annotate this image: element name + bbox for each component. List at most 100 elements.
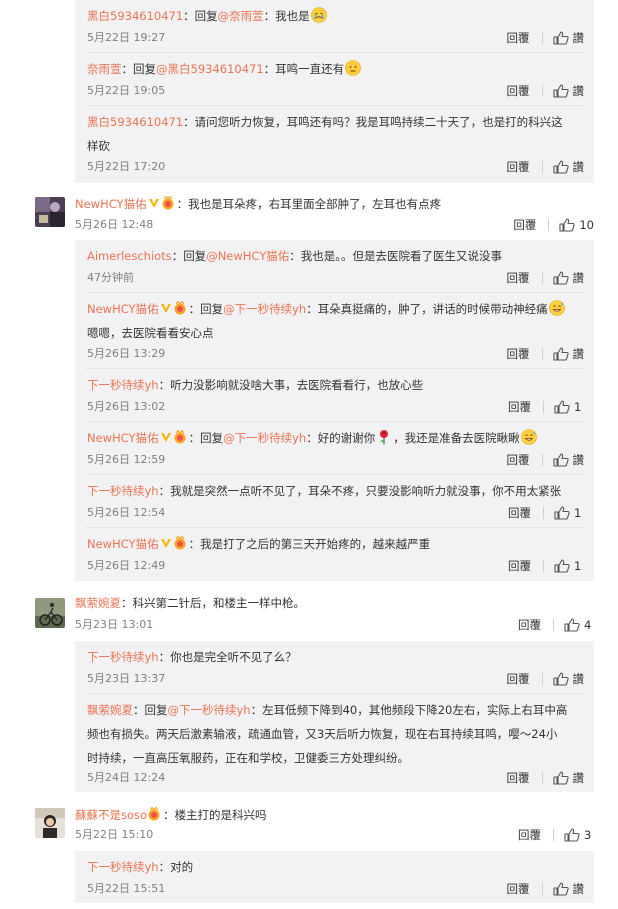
like-thumb-icon[interactable] xyxy=(554,559,570,573)
reply-button[interactable]: 回覆 xyxy=(518,827,541,843)
comment-body: 听力没影响就没啥大事，去医院看看行，也放心些 xyxy=(170,378,424,392)
comment-actions: 回覆 讚 xyxy=(507,882,585,896)
reply-button[interactable]: 回覆 xyxy=(508,399,531,415)
like-button-label[interactable]: 讚 xyxy=(573,159,585,175)
like-count: 1 xyxy=(574,400,582,414)
reply-button[interactable]: 回覆 xyxy=(513,217,536,233)
like-thumb-icon[interactable] xyxy=(553,453,569,467)
comment-user-link[interactable]: NewHCY猫佑 xyxy=(87,302,159,316)
member-badge-icon xyxy=(161,196,175,210)
mention-link[interactable]: @黑白5934610471 xyxy=(156,62,264,76)
mention-link[interactable]: @下一秒待续yh xyxy=(223,302,306,316)
like-thumb-icon[interactable] xyxy=(553,347,569,361)
comment-time: 47分钟前 xyxy=(87,271,134,284)
like-button-label[interactable]: 讚 xyxy=(573,881,585,897)
comment-time: 5月22日 15:51 xyxy=(87,882,166,895)
reply-button[interactable]: 回覆 xyxy=(508,558,531,574)
like-button-label[interactable]: 讚 xyxy=(573,83,585,99)
like-thumb-icon[interactable] xyxy=(553,882,569,896)
mention-link[interactable]: @下一秒待续yh xyxy=(168,703,251,717)
comment-user-link[interactable]: Aimerleschiots xyxy=(87,249,172,263)
comment-body: 嗯嗯，去医院看看安心点 xyxy=(87,326,214,340)
comment-body: 你也是完全听不见了么？ xyxy=(170,650,297,664)
like-button-label[interactable]: 讚 xyxy=(573,30,585,46)
mention-link[interactable]: @奈雨萱 xyxy=(218,9,264,23)
divider xyxy=(541,883,543,895)
like-count: 3 xyxy=(584,828,592,842)
reply-word: 回复 xyxy=(133,62,156,76)
comment-user-link[interactable]: 奈雨萱 xyxy=(87,62,122,76)
comment-body: 我也是耳朵疼，右耳里面全部肿了，左耳也有点疼 xyxy=(188,197,442,211)
comment-body: 耳鸣一直还有 xyxy=(275,62,345,76)
reply-button[interactable]: 回覆 xyxy=(507,270,530,286)
top-comment: 飘萦婉夏：科兴第二针后，和楼主一样中枪。 5月23日 13:01 回覆 4 xyxy=(0,594,618,639)
comment-user-link[interactable]: 下一秒待续yh xyxy=(87,378,159,392)
reply-button[interactable]: 回覆 xyxy=(507,83,530,99)
reply-button[interactable]: 回覆 xyxy=(518,617,541,633)
reply-text: 黑白5934610471：回复@奈雨萱：我也是 xyxy=(87,4,584,28)
comment-text: 飘萦婉夏：科兴第二针后，和楼主一样中枪。 xyxy=(75,596,305,610)
reply-word: 回复 xyxy=(200,302,224,316)
comment-user-link[interactable]: 蘇蘇不是soso xyxy=(75,808,147,822)
like-button-label[interactable]: 讚 xyxy=(573,346,585,362)
comment-body: ，我还是准备去医院瞅瞅 xyxy=(393,431,520,445)
divider xyxy=(553,619,554,631)
comment-body: 时持续，一直高压氧服药，正在和学校，卫健委三方处理纠纷。 xyxy=(87,751,409,765)
comment-actions: 回覆 10 xyxy=(513,218,594,232)
verified-v-icon xyxy=(160,431,172,443)
comment-user-link[interactable]: 下一秒待续yh xyxy=(87,484,159,498)
divider xyxy=(543,401,544,413)
comment-user-link[interactable]: 黑白5934610471 xyxy=(87,9,183,23)
like-thumb-icon[interactable] xyxy=(554,506,570,520)
comment-body: 我是打了之后的第三天开始疼的，越来越严重 xyxy=(200,537,431,551)
comment-user-link[interactable]: 下一秒待续yh xyxy=(87,860,159,874)
comment-body: 耳朵真挺痛的，肿了，讲话的时候带动神经痛 xyxy=(317,302,548,316)
comment-actions: 回覆 1 xyxy=(508,506,584,520)
like-thumb-icon[interactable] xyxy=(559,218,575,232)
comment-user-link[interactable]: NewHCY猫佑 xyxy=(87,431,159,445)
comment-body: 对的 xyxy=(170,860,194,874)
comment-user-link[interactable]: 飘萦婉夏 xyxy=(75,596,121,610)
comment-user-link[interactable]: 黑白5934610471 xyxy=(87,115,183,129)
like-thumb-icon[interactable] xyxy=(564,828,580,842)
like-thumb-icon[interactable] xyxy=(554,400,570,414)
comment-user-link[interactable]: 下一秒待续yh xyxy=(87,650,159,664)
divider xyxy=(541,32,543,44)
reply-button[interactable]: 回覆 xyxy=(507,159,530,175)
comment-time: 5月26日 12:59 xyxy=(87,453,166,466)
comment-user-link[interactable]: NewHCY猫佑 xyxy=(87,537,159,551)
reply-button[interactable]: 回覆 xyxy=(507,30,530,46)
like-button-label[interactable]: 讚 xyxy=(573,452,585,468)
comment-text: 蘇蘇不是soso ：楼主打的是科兴吗 xyxy=(75,808,267,822)
divider xyxy=(541,348,543,360)
reply-button[interactable]: 回覆 xyxy=(507,452,530,468)
like-thumb-icon[interactable] xyxy=(553,160,569,174)
mention-link[interactable]: @NewHCY猫佑 xyxy=(206,249,289,263)
like-thumb-icon[interactable] xyxy=(553,672,569,686)
reply-button[interactable]: 回覆 xyxy=(507,881,530,897)
mention-link[interactable]: @下一秒待续yh xyxy=(223,431,306,445)
divider xyxy=(548,219,550,231)
reply-button[interactable]: 回覆 xyxy=(507,770,530,786)
avatar[interactable] xyxy=(35,197,65,227)
like-button-label[interactable]: 讚 xyxy=(573,770,585,786)
like-thumb-icon[interactable] xyxy=(553,31,569,45)
crying-emoji-icon xyxy=(310,7,327,23)
avatar[interactable] xyxy=(35,808,65,838)
reply-button[interactable]: 回覆 xyxy=(507,346,530,362)
avatar[interactable] xyxy=(35,598,65,628)
like-button-label[interactable]: 讚 xyxy=(573,270,585,286)
reply-box: Aimerleschiots：回复@NewHCY猫佑：我也是。。但是去医院看了医… xyxy=(75,240,594,581)
like-thumb-icon[interactable] xyxy=(553,771,569,785)
comment-actions: 回覆 3 xyxy=(518,828,594,842)
reply-button[interactable]: 回覆 xyxy=(507,671,530,687)
member-badge-icon xyxy=(173,430,187,444)
reply-word: 回复 xyxy=(194,9,218,23)
comment-user-link[interactable]: 飘萦婉夏 xyxy=(87,703,133,717)
like-button-label[interactable]: 讚 xyxy=(573,671,585,687)
reply-button[interactable]: 回覆 xyxy=(508,505,531,521)
comment-user-link[interactable]: NewHCY猫佑 xyxy=(75,197,147,211)
like-thumb-icon[interactable] xyxy=(553,271,569,285)
like-thumb-icon[interactable] xyxy=(553,84,569,98)
like-thumb-icon[interactable] xyxy=(564,618,580,632)
